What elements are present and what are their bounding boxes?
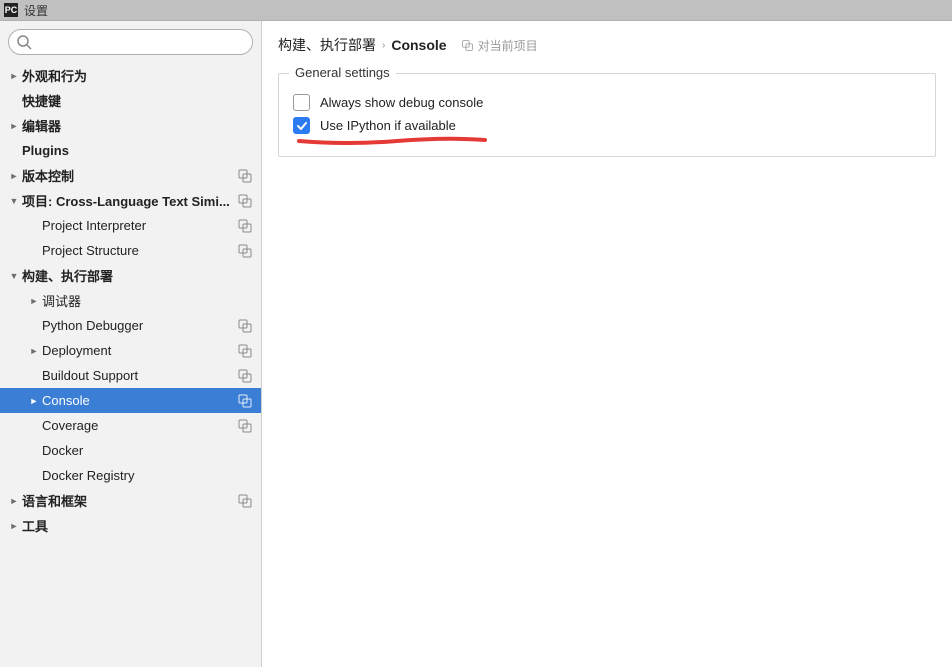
- sidebar-item-label: Deployment: [42, 343, 237, 358]
- settings-window: ►外观和行为快捷键►编辑器Plugins►版本控制▼项目: Cross-Lang…: [0, 20, 952, 667]
- chevron-right-icon: ›: [382, 40, 385, 51]
- annotation-underline: [297, 134, 487, 144]
- chevron-right-icon[interactable]: ►: [6, 496, 22, 506]
- project-scope-icon: [237, 243, 253, 259]
- project-scope-icon: [237, 418, 253, 434]
- checkbox-unchecked[interactable]: [293, 94, 310, 111]
- sidebar-item[interactable]: ▼项目: Cross-Language Text Simi...: [0, 188, 261, 213]
- project-scope-icon: [237, 393, 253, 409]
- sidebar-item[interactable]: ►语言和框架: [0, 488, 261, 513]
- sidebar-item[interactable]: ►外观和行为: [0, 63, 261, 88]
- sidebar-item[interactable]: Buildout Support: [0, 363, 261, 388]
- project-scope-badge: 对当前项目: [461, 37, 538, 54]
- always-show-debug-console-row[interactable]: Always show debug console: [293, 94, 921, 111]
- chevron-right-icon[interactable]: ►: [6, 171, 22, 181]
- sidebar-item[interactable]: ►Deployment: [0, 338, 261, 363]
- project-scope-icon: [237, 318, 253, 334]
- sidebar-item[interactable]: Docker Registry: [0, 463, 261, 488]
- project-scope-icon: [237, 193, 253, 209]
- option-label: Use IPython if available: [320, 118, 456, 133]
- sidebar-item[interactable]: Docker: [0, 438, 261, 463]
- chevron-down-icon[interactable]: ▼: [6, 196, 22, 206]
- breadcrumb-part[interactable]: 构建、执行部署: [278, 35, 376, 55]
- chevron-right-icon[interactable]: ►: [6, 121, 22, 131]
- checkbox-checked[interactable]: [293, 117, 310, 134]
- sidebar-item-label: 项目: Cross-Language Text Simi...: [22, 191, 237, 210]
- option-label: Always show debug console: [320, 95, 483, 110]
- chevron-right-icon[interactable]: ►: [26, 346, 42, 356]
- sidebar-item[interactable]: Python Debugger: [0, 313, 261, 338]
- search-input[interactable]: [8, 29, 253, 55]
- sidebar-item-label: Buildout Support: [42, 368, 237, 383]
- project-scope-icon: [237, 343, 253, 359]
- use-ipython-row[interactable]: Use IPython if available: [293, 117, 921, 134]
- general-settings-group: General settings Always show debug conso…: [278, 73, 936, 157]
- sidebar-item-label: Python Debugger: [42, 318, 237, 333]
- sidebar-item-label: 快捷键: [22, 91, 253, 110]
- sidebar-item[interactable]: ►工具: [0, 513, 261, 538]
- chevron-down-icon[interactable]: ▼: [6, 271, 22, 281]
- sidebar-item-label: Coverage: [42, 418, 237, 433]
- search-icon: [16, 34, 32, 50]
- sidebar-item-label: 外观和行为: [22, 66, 253, 85]
- sidebar-item-label: Console: [42, 393, 237, 408]
- breadcrumb: 构建、执行部署 › Console 对当前项目: [278, 35, 936, 55]
- project-scope-icon: [237, 168, 253, 184]
- sidebar-item[interactable]: Project Interpreter: [0, 213, 261, 238]
- sidebar-item-label: Project Structure: [42, 243, 237, 258]
- sidebar-item-label: 语言和框架: [22, 491, 237, 510]
- settings-content: 构建、执行部署 › Console 对当前项目 General settings…: [262, 21, 952, 667]
- scope-label: 对当前项目: [478, 37, 538, 54]
- sidebar-item[interactable]: ►调试器: [0, 288, 261, 313]
- sidebar-item-label: 调试器: [42, 291, 253, 310]
- chevron-right-icon[interactable]: ►: [6, 71, 22, 81]
- sidebar-item-label: 版本控制: [22, 166, 237, 185]
- settings-tree: ►外观和行为快捷键►编辑器Plugins►版本控制▼项目: Cross-Lang…: [0, 63, 261, 667]
- chevron-right-icon[interactable]: ►: [6, 521, 22, 531]
- sidebar-item[interactable]: Project Structure: [0, 238, 261, 263]
- window-title: 设置: [24, 2, 48, 19]
- project-scope-icon: [237, 368, 253, 384]
- group-title: General settings: [289, 65, 396, 80]
- sidebar-item-label: 工具: [22, 516, 253, 535]
- sidebar-item-label: Plugins: [22, 143, 253, 158]
- sidebar-item-label: 构建、执行部署: [22, 266, 253, 285]
- sidebar-item[interactable]: Plugins: [0, 138, 261, 163]
- sidebar-item[interactable]: ▼构建、执行部署: [0, 263, 261, 288]
- sidebar-item[interactable]: 快捷键: [0, 88, 261, 113]
- sidebar-item[interactable]: Coverage: [0, 413, 261, 438]
- project-scope-icon: [237, 218, 253, 234]
- search-container: [8, 29, 253, 55]
- sidebar-item[interactable]: ►编辑器: [0, 113, 261, 138]
- sidebar-item-label: Docker: [42, 443, 253, 458]
- chevron-right-icon[interactable]: ►: [26, 296, 42, 306]
- window-titlebar: PC 设置: [0, 0, 952, 20]
- sidebar-item-label: Docker Registry: [42, 468, 253, 483]
- sidebar-item[interactable]: ►版本控制: [0, 163, 261, 188]
- chevron-right-icon[interactable]: ►: [26, 396, 42, 406]
- sidebar-item-label: Project Interpreter: [42, 218, 237, 233]
- sidebar-item[interactable]: ►Console: [0, 388, 261, 413]
- settings-sidebar: ►外观和行为快捷键►编辑器Plugins►版本控制▼项目: Cross-Lang…: [0, 21, 262, 667]
- app-icon: PC: [4, 3, 18, 17]
- project-scope-icon: [237, 493, 253, 509]
- sidebar-item-label: 编辑器: [22, 116, 253, 135]
- breadcrumb-current: Console: [391, 37, 446, 53]
